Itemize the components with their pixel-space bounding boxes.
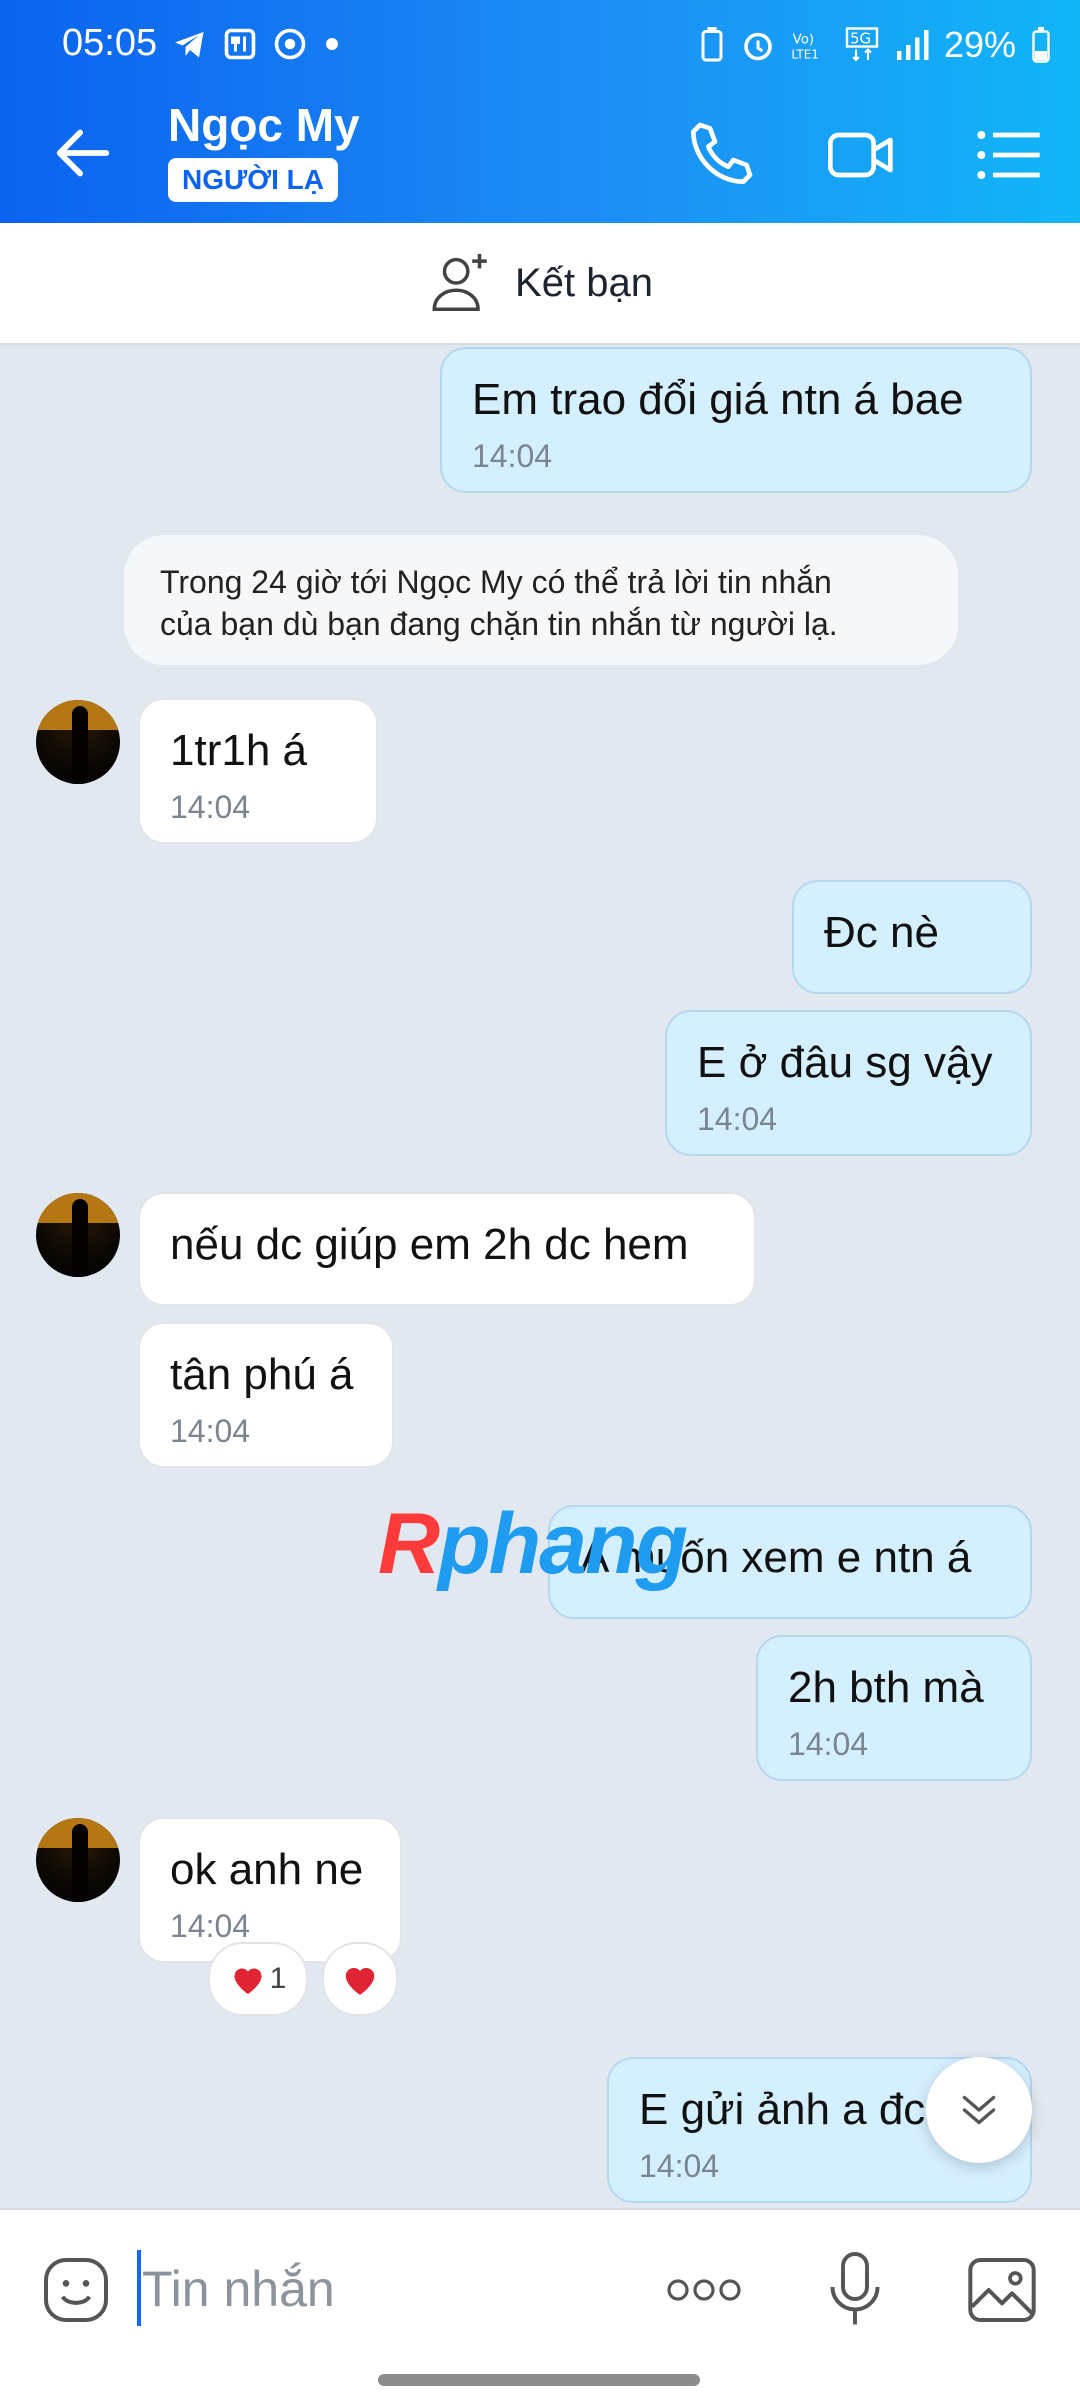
message-time: 14:04 — [639, 2148, 720, 2184]
battery-saver-icon — [701, 27, 723, 62]
message-bubble-outgoing[interactable]: E ở đâu sg vậy 14:04 — [665, 1010, 1032, 1156]
message-input[interactable]: Tin nhắn — [142, 2260, 335, 2318]
5g-icon: 5G — [845, 27, 879, 62]
system-notice-line: của bạn dù bạn đang chặn tin nhắn từ ngư… — [160, 606, 838, 642]
signal-icon — [896, 30, 929, 60]
message-time: 14:04 — [697, 1101, 778, 1137]
heart-icon — [345, 1967, 375, 1995]
watermark-part: phang — [438, 1496, 688, 1592]
message-composer: Tin nhắn — [0, 2208, 1080, 2402]
message-text: Em trao đổi giá ntn á bae — [472, 375, 964, 424]
svg-text:Vo): Vo) — [793, 33, 814, 48]
telegram-icon — [175, 32, 204, 58]
contact-name[interactable]: Ngọc My — [168, 98, 360, 152]
dot-icon — [326, 38, 338, 50]
add-friend-label: Kết bạn — [515, 260, 653, 305]
stranger-badge: NGƯỜI LẠ — [168, 158, 338, 202]
status-bar: 05:05 Vo) LTE1 5G 29% — [0, 0, 1080, 80]
svg-text:5G: 5G — [850, 30, 871, 48]
more-options-icon[interactable] — [662, 2270, 746, 2310]
message-bubble-outgoing[interactable]: Em trao đổi giá ntn á bae 14:04 — [440, 347, 1032, 493]
system-notice-line: Trong 24 giờ tới Ngọc My có thể trả lời … — [160, 564, 832, 600]
back-arrow-icon[interactable] — [48, 118, 118, 188]
message-text: nếu dc giúp em 2h dc hem — [170, 1220, 689, 1269]
message-bubble-incoming[interactable]: nếu dc giúp em 2h dc hem — [138, 1192, 756, 1306]
message-bubble-outgoing[interactable]: Đc nè — [792, 880, 1032, 994]
double-chevron-down-icon — [962, 2095, 996, 2125]
message-bubble-incoming[interactable]: 1tr1h á 14:04 — [138, 698, 378, 844]
add-friend-icon — [432, 253, 487, 311]
volte-icon: Vo)LTE1 — [791, 33, 819, 62]
contact-avatar[interactable] — [36, 1818, 120, 1902]
reaction-count-label: 1 — [269, 1962, 287, 1995]
alarm-icon — [744, 32, 772, 61]
system-notice: Trong 24 giờ tới Ngọc My có thể trả lời … — [124, 535, 958, 665]
watermark-part: R — [378, 1496, 440, 1592]
chrome-icon — [274, 28, 306, 60]
chat-area[interactable]: Em trao đổi giá ntn á bae 14:04 Trong 24… — [0, 345, 1080, 2207]
react-button[interactable] — [322, 1942, 398, 2016]
add-friend-bar[interactable]: Kết bạn — [0, 223, 1080, 345]
voice-call-icon[interactable] — [680, 115, 760, 195]
emoji-icon[interactable] — [36, 2250, 116, 2330]
message-text: 1tr1h á — [170, 726, 307, 775]
svg-text:LTE1: LTE1 — [791, 47, 819, 61]
message-text: tân phú á — [170, 1350, 354, 1399]
microphone-icon[interactable] — [818, 2248, 892, 2332]
message-time: 14:04 — [788, 1726, 869, 1762]
reaction-count[interactable]: 1 — [208, 1942, 308, 2016]
contact-avatar[interactable] — [36, 700, 120, 784]
battery-percent: 29% — [943, 24, 1016, 65]
message-time: 14:04 — [170, 1908, 251, 1944]
text-cursor — [137, 2250, 141, 2326]
system-status-icons: Vo) LTE1 5G 29% — [698, 24, 1052, 66]
message-time: 14:04 — [170, 789, 251, 825]
message-text: E gửi ảnh a đc — [639, 2085, 926, 2134]
video-call-icon[interactable] — [822, 115, 902, 195]
message-bubble-incoming[interactable]: tân phú á 14:04 — [138, 1322, 394, 1468]
message-time: 14:04 — [472, 438, 553, 474]
heart-icon — [234, 1968, 262, 1994]
scroll-to-bottom-button[interactable] — [926, 2057, 1032, 2163]
message-text: 2h bth mà — [788, 1663, 984, 1712]
message-bubble-outgoing[interactable]: 2h bth mà 14:04 — [756, 1635, 1032, 1781]
home-indicator[interactable] — [378, 2374, 700, 2386]
message-text: ok anh ne — [170, 1845, 364, 1894]
restaurant-icon — [224, 28, 256, 60]
battery-icon — [1032, 27, 1050, 63]
status-time: 05:05 — [62, 22, 158, 64]
notification-icons — [172, 26, 342, 62]
message-time: 14:04 — [170, 1413, 251, 1449]
menu-icon[interactable] — [968, 115, 1048, 195]
image-gallery-icon[interactable] — [962, 2250, 1042, 2330]
message-text: E ở đâu sg vậy — [697, 1038, 993, 1087]
contact-avatar[interactable] — [36, 1193, 120, 1277]
message-text: Đc nè — [824, 908, 939, 957]
watermark-logo: Rphang — [378, 1495, 688, 1594]
app-header: 05:05 Vo) LTE1 5G 29% Ngọc My NGƯỜI LẠ — [0, 0, 1080, 223]
